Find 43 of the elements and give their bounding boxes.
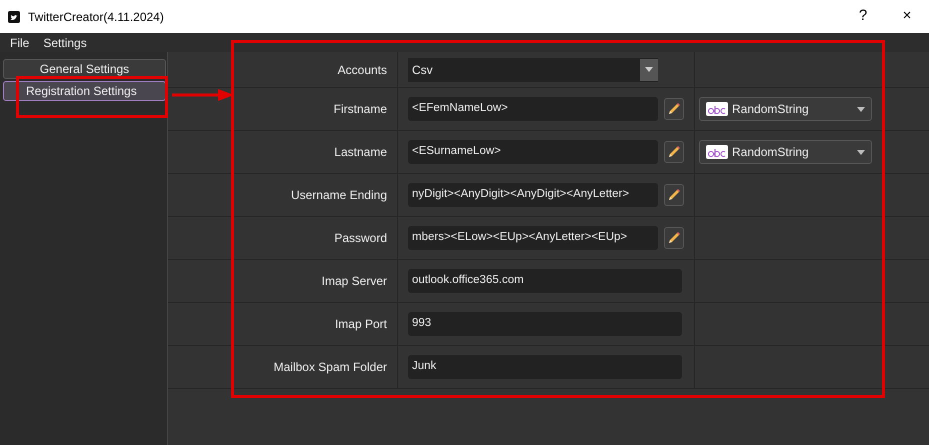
app-icon	[8, 10, 20, 22]
generator-dropdown[interactable]: RandomString	[699, 140, 872, 164]
input-field[interactable]: Junk	[408, 355, 682, 379]
field-label: Username Ending	[290, 187, 387, 204]
input-field[interactable]: nyDigit><AnyDigit><AnyDigit><AnyLetter>	[408, 183, 658, 207]
annotation-arrow	[172, 89, 234, 101]
accounts-dropdown[interactable]: Csv	[408, 58, 658, 82]
edit-button[interactable]	[664, 184, 684, 206]
input-field[interactable]: outlook.office365.com	[408, 269, 682, 293]
input-field[interactable]: <ESurnameLow>	[408, 140, 658, 164]
pencil-icon	[667, 102, 681, 116]
dropdown-value: Csv	[412, 62, 433, 78]
edit-button[interactable]	[664, 98, 684, 120]
field-label: Imap Server	[322, 273, 387, 290]
pencil-icon	[667, 231, 681, 245]
help-button[interactable]: ?	[841, 4, 885, 29]
dropdown-arrow-icon	[857, 106, 865, 112]
field-label: Imap Port	[334, 316, 387, 333]
window-title: TwitterCreator(4.11.2024)	[28, 8, 164, 26]
field-label: Accounts	[338, 62, 387, 78]
input-field[interactable]: 993	[408, 312, 682, 336]
dropdown-value: RandomString	[732, 144, 809, 161]
field-label: Password	[334, 230, 387, 247]
text-type-icon	[706, 102, 728, 116]
close-button[interactable]: ×	[885, 4, 929, 29]
input-field[interactable]: mbers><ELow><EUp><AnyLetter><EUp>	[408, 226, 658, 250]
field-label: Lastname	[334, 144, 387, 161]
sidebar-item[interactable]: Registration Settings	[3, 81, 166, 101]
edit-button[interactable]	[664, 227, 684, 249]
pencil-icon	[667, 188, 681, 202]
menu-item[interactable]: File	[10, 34, 30, 52]
input-field[interactable]: <EFemNameLow>	[408, 97, 658, 121]
pencil-icon	[667, 145, 681, 159]
caret-icon	[645, 67, 653, 72]
dropdown-arrow-icon	[857, 150, 865, 154]
menu-item[interactable]: Settings	[43, 34, 87, 52]
dropdown-arrow-button[interactable]	[640, 58, 658, 80]
text-type-icon	[706, 145, 728, 159]
edit-button[interactable]	[664, 141, 684, 163]
field-label: Firstname	[334, 101, 387, 118]
generator-dropdown[interactable]: RandomString	[699, 97, 872, 121]
dropdown-value: RandomString	[732, 101, 809, 118]
field-label: Mailbox Spam Folder	[274, 359, 387, 376]
